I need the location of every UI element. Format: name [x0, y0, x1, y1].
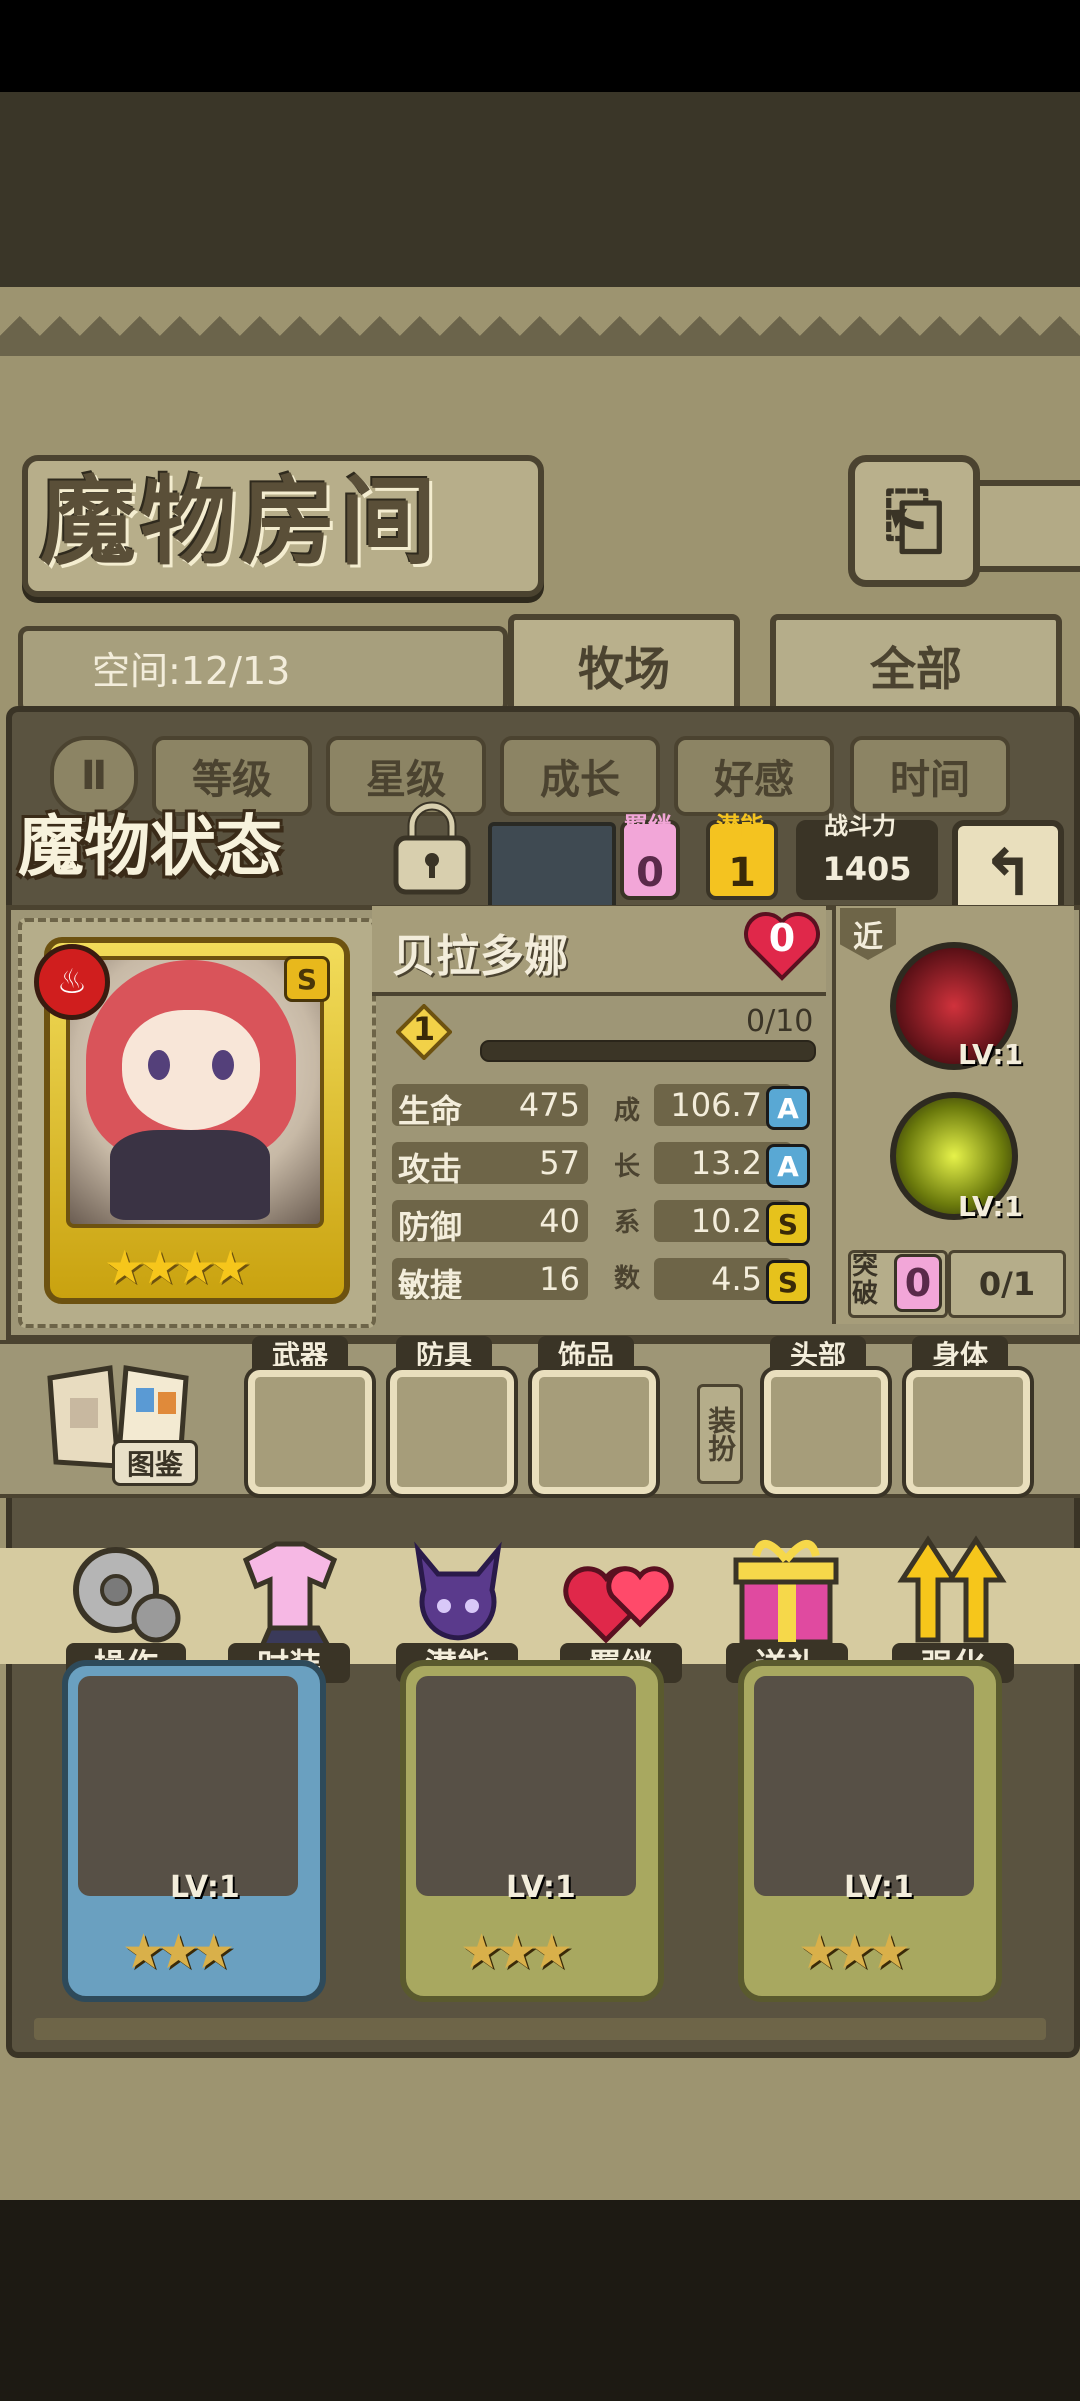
card-level: LV:1	[506, 1870, 576, 1905]
monster-eye-right	[212, 1050, 234, 1080]
growth-grade-badge: A	[766, 1144, 810, 1188]
bond-box: 羁绊 0	[620, 812, 680, 900]
bottom-background	[0, 2200, 1080, 2401]
sort-affection-button[interactable]: 好感	[674, 736, 834, 816]
power-box: 战斗力 1405	[796, 812, 938, 900]
status-title: 魔物状态	[18, 808, 282, 885]
sort-time-button[interactable]: 时间	[850, 736, 1010, 816]
return-icon: ⎗	[884, 477, 944, 564]
skill-level: LV:1	[958, 1190, 1024, 1223]
exp-text: 0/10	[746, 1004, 814, 1039]
growth-col-char: 成	[613, 1096, 640, 1126]
card-level: LV:1	[170, 1870, 240, 1905]
slot-label-weapon: 武器	[252, 1336, 348, 1372]
slot-label-head: 头部	[770, 1336, 866, 1372]
head-slot[interactable]	[764, 1370, 888, 1494]
stat-value: 16	[539, 1260, 580, 1298]
exp-bar	[480, 1040, 816, 1062]
accessory-slot[interactable]	[532, 1370, 656, 1494]
tab-all[interactable]: 全部	[770, 614, 1062, 718]
power-value: 1405	[822, 850, 912, 888]
card-level: LV:1	[844, 1870, 914, 1905]
fire-icon: ♨	[34, 944, 110, 1020]
card-stars: ★★★	[798, 1924, 911, 1980]
stat-value: 57	[539, 1144, 580, 1182]
monster-card-art	[416, 1676, 636, 1896]
power-label: 战斗力	[824, 812, 896, 840]
page-title: 魔物房间	[40, 466, 440, 578]
return-arrow-icon: ↰	[981, 837, 1035, 911]
codex-label: 图鉴	[112, 1440, 198, 1486]
monster-card-art	[754, 1676, 974, 1896]
slot-label-body: 身体	[912, 1336, 1008, 1372]
lock-icon[interactable]	[390, 800, 474, 896]
monster-eye-left	[148, 1050, 170, 1080]
card-stars: ★★★	[460, 1924, 573, 1980]
growth-grade-badge: S	[766, 1202, 810, 1246]
weapon-slot[interactable]	[248, 1370, 372, 1494]
skill-level: LV:1	[958, 1038, 1024, 1071]
bond-value: 0	[636, 850, 664, 896]
slot-label-armor: 防具	[396, 1336, 492, 1372]
rank-badge: S	[284, 956, 330, 1002]
slot-label-accessory: 饰品	[538, 1336, 634, 1372]
bond-label: 羁绊	[624, 812, 672, 840]
dress-label: 装扮	[697, 1384, 743, 1484]
growth-value: 13.2	[690, 1144, 762, 1182]
space-counter: 空间:12/13	[92, 649, 291, 693]
growth-grade-badge: S	[766, 1260, 810, 1304]
growth-col-char: 系	[613, 1208, 640, 1238]
potential-box: 潜能 1	[706, 812, 778, 900]
card-stars: ★★★	[122, 1924, 235, 1980]
potential-value: 1	[728, 850, 756, 896]
level-value: 1	[412, 1010, 436, 1048]
map-background-top	[0, 92, 1080, 287]
back-bar	[966, 480, 1080, 572]
status-bar	[0, 0, 1080, 92]
sort-growth-button[interactable]: 成长	[500, 736, 660, 816]
growth-col-char: 数	[613, 1264, 640, 1294]
tab-pasture[interactable]: 牧场	[508, 614, 740, 718]
growth-col-char: 长	[613, 1152, 640, 1182]
zigzag-border	[0, 316, 1080, 356]
breakthrough-label: 突破	[852, 1251, 879, 1309]
star-rating: ★★★★	[104, 1240, 251, 1294]
monster-body	[110, 1130, 270, 1220]
breakthrough-value: 0	[894, 1254, 942, 1312]
armor-slot[interactable]	[390, 1370, 514, 1494]
potential-label: 潜能	[716, 812, 764, 840]
list-bottom-rail	[34, 2018, 1046, 2040]
monster-thumbnail-strip	[488, 822, 616, 916]
monster-name: 贝拉多娜	[392, 931, 568, 982]
monster-face	[122, 1010, 260, 1130]
growth-value: 4.5	[711, 1260, 762, 1298]
growth-grade-badge: A	[766, 1086, 810, 1130]
affection-value: 0	[768, 916, 796, 960]
stat-value: 40	[539, 1202, 580, 1240]
monster-card-art	[78, 1676, 298, 1896]
growth-value: 10.2	[690, 1202, 762, 1240]
growth-value: 106.7	[670, 1086, 762, 1124]
back-button[interactable]: ⎗	[848, 455, 980, 587]
body-slot[interactable]	[906, 1370, 1030, 1494]
breakthrough-progress: 0/1	[948, 1250, 1066, 1318]
stat-value: 475	[518, 1086, 580, 1124]
